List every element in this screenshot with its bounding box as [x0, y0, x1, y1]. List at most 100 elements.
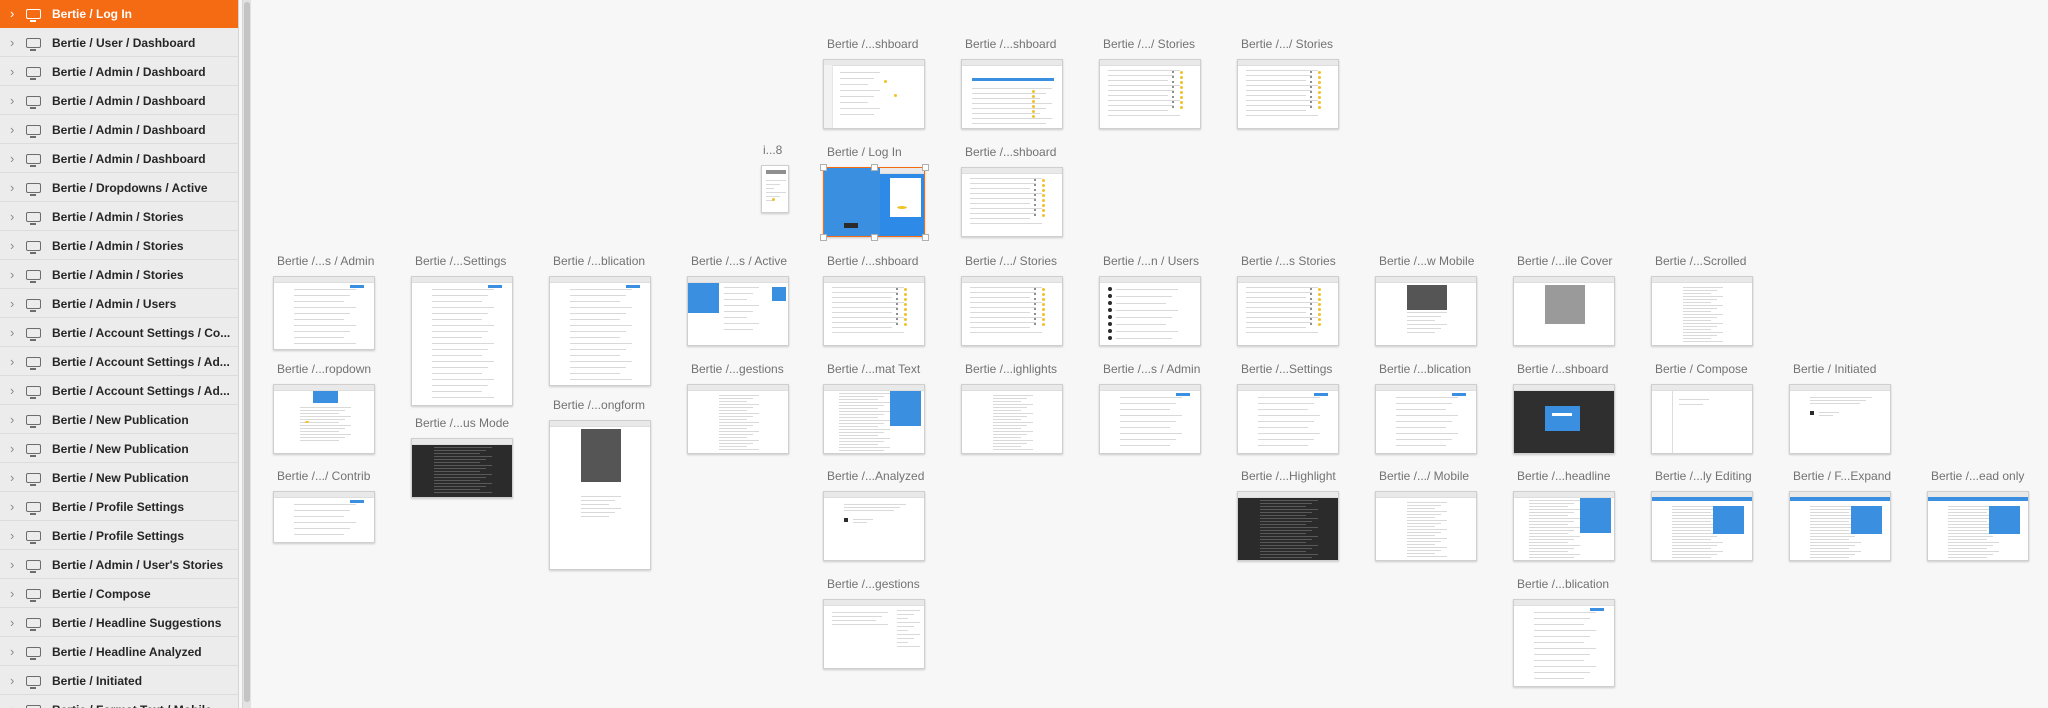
artboard-title[interactable]: Bertie /...gestions: [827, 577, 920, 591]
artboard[interactable]: Bertie /...Settings: [1237, 362, 1339, 454]
artboard[interactable]: Bertie /.../ Mobile: [1375, 469, 1477, 561]
selection-handle[interactable]: [922, 234, 929, 241]
artboard-title[interactable]: Bertie /.../ Stories: [965, 254, 1057, 268]
chevron-right-icon[interactable]: ›: [10, 268, 20, 281]
artboard[interactable]: Bertie /...blication: [1513, 577, 1615, 687]
chevron-right-icon[interactable]: ›: [10, 210, 20, 223]
artboard-title[interactable]: Bertie /...shboard: [827, 254, 918, 268]
artboard-title[interactable]: Bertie /...w Mobile: [1379, 254, 1474, 268]
artboard-title[interactable]: Bertie /.../ Stories: [1103, 37, 1195, 51]
artboard[interactable]: Bertie /.../ Contrib: [273, 469, 375, 543]
artboard[interactable]: Bertie /...ile Cover: [1513, 254, 1615, 346]
chevron-right-icon[interactable]: ›: [10, 152, 20, 165]
chevron-right-icon[interactable]: ›: [10, 529, 20, 542]
artboard[interactable]: Bertie /...us Mode: [411, 416, 513, 498]
artboard-title[interactable]: Bertie /...blication: [553, 254, 645, 268]
artboard-title[interactable]: Bertie /...us Mode: [415, 416, 509, 430]
artboard[interactable]: Bertie /...mat Text: [823, 362, 925, 454]
layer-row[interactable]: › Bertie / Format Text / Mobile: [0, 696, 238, 708]
artboard[interactable]: Bertie /...Scrolled: [1651, 254, 1753, 346]
chevron-right-icon[interactable]: ›: [10, 703, 20, 708]
chevron-right-icon[interactable]: ›: [10, 326, 20, 339]
layer-row[interactable]: › Bertie / Account Settings / Ad...: [0, 377, 238, 405]
layer-row[interactable]: › Bertie / Log In: [0, 0, 238, 28]
chevron-right-icon[interactable]: ›: [10, 384, 20, 397]
chevron-right-icon[interactable]: ›: [10, 616, 20, 629]
artboard-title[interactable]: Bertie /...s / Admin: [277, 254, 374, 268]
chevron-right-icon[interactable]: ›: [10, 587, 20, 600]
artboard[interactable]: Bertie /...s Stories: [1237, 254, 1339, 346]
artboard[interactable]: Bertie /...blication: [1375, 362, 1477, 454]
artboard[interactable]: Bertie /...ropdown: [273, 362, 375, 454]
artboard[interactable]: Bertie /...gestions: [687, 362, 789, 454]
sidebar-scrollbar-thumb[interactable]: [244, 2, 250, 702]
layer-row[interactable]: › Bertie / Admin / User's Stories: [0, 551, 238, 579]
chevron-right-icon[interactable]: ›: [10, 645, 20, 658]
chevron-right-icon[interactable]: ›: [10, 674, 20, 687]
artboard[interactable]: Bertie /...ead only: [1927, 469, 2029, 561]
artboard[interactable]: Bertie /...shboard: [823, 254, 925, 346]
artboard-title[interactable]: Bertie /...ly Editing: [1655, 469, 1752, 483]
chevron-right-icon[interactable]: ›: [10, 442, 20, 455]
artboard-title[interactable]: Bertie /...s Stories: [1241, 254, 1336, 268]
artboard[interactable]: Bertie / F...Expand: [1789, 469, 1891, 561]
chevron-right-icon[interactable]: ›: [10, 65, 20, 78]
artboard[interactable]: Bertie /.../ Stories: [1099, 37, 1201, 129]
artboard[interactable]: Bertie / Initiated: [1789, 362, 1891, 454]
artboard-title[interactable]: Bertie /...headline: [1517, 469, 1610, 483]
layer-row[interactable]: › Bertie / Headline Analyzed: [0, 638, 238, 666]
layer-row[interactable]: › Bertie / Admin / Stories: [0, 203, 238, 231]
artboard[interactable]: Bertie /...Analyzed: [823, 469, 925, 561]
artboard[interactable]: Bertie /...shboard: [961, 145, 1063, 237]
artboard-title[interactable]: Bertie /...n / Users: [1103, 254, 1199, 268]
artboard[interactable]: Bertie /...shboard: [823, 37, 925, 129]
artboard-title[interactable]: Bertie /...shboard: [965, 145, 1056, 159]
chevron-right-icon[interactable]: ›: [10, 94, 20, 107]
artboard-title[interactable]: Bertie /...Scrolled: [1655, 254, 1746, 268]
artboard-title[interactable]: Bertie /...shboard: [827, 37, 918, 51]
artboard[interactable]: Bertie /...Settings: [411, 254, 513, 406]
layer-row[interactable]: › Bertie / User / Dashboard: [0, 29, 238, 57]
selection-handle[interactable]: [871, 164, 878, 171]
artboard-canvas[interactable]: Bertie /...shboard Bertie /...shboard Bert…: [251, 0, 2048, 708]
layer-row[interactable]: › Bertie / Account Settings / Co...: [0, 319, 238, 347]
artboard-title[interactable]: Bertie / F...Expand: [1793, 469, 1891, 483]
layer-row[interactable]: › Bertie / Admin / Dashboard: [0, 145, 238, 173]
layer-row[interactable]: › Bertie / Admin / Dashboard: [0, 58, 238, 86]
artboard-title[interactable]: Bertie / Initiated: [1793, 362, 1876, 376]
artboard[interactable]: Bertie /...gestions: [823, 577, 925, 669]
layer-row[interactable]: › Bertie / Initiated: [0, 667, 238, 695]
artboard[interactable]: Bertie /...s / Active: [687, 254, 789, 346]
chevron-right-icon[interactable]: ›: [10, 36, 20, 49]
artboard-title[interactable]: Bertie / Log In: [827, 145, 902, 159]
chevron-right-icon[interactable]: ›: [10, 123, 20, 136]
artboard-title[interactable]: Bertie /...ongform: [553, 398, 645, 412]
chevron-right-icon[interactable]: ›: [10, 239, 20, 252]
artboard[interactable]: Bertie / Log In: [820, 145, 929, 241]
selection-handle[interactable]: [871, 234, 878, 241]
artboard[interactable]: i...8: [761, 143, 789, 213]
artboard-title[interactable]: Bertie /...ighlights: [965, 362, 1057, 376]
artboard-title[interactable]: Bertie /...ropdown: [277, 362, 371, 376]
artboard-title[interactable]: Bertie /.../ Stories: [1241, 37, 1333, 51]
chevron-right-icon[interactable]: ›: [10, 297, 20, 310]
layer-row[interactable]: › Bertie / Profile Settings: [0, 522, 238, 550]
artboard[interactable]: Bertie /...Highlight: [1237, 469, 1339, 561]
artboard[interactable]: Bertie /.../ Stories: [961, 254, 1063, 346]
artboard-title[interactable]: Bertie /...ile Cover: [1517, 254, 1612, 268]
chevron-right-icon[interactable]: ›: [10, 7, 20, 20]
layer-row[interactable]: › Bertie / New Publication: [0, 464, 238, 492]
artboard[interactable]: Bertie /...shboard: [961, 37, 1063, 129]
layer-row[interactable]: › Bertie / Dropdowns / Active: [0, 174, 238, 202]
artboard[interactable]: Bertie /...w Mobile: [1375, 254, 1477, 346]
layer-row[interactable]: › Bertie / Compose: [0, 580, 238, 608]
sidebar-scrollbar[interactable]: [242, 0, 251, 708]
artboard[interactable]: Bertie /.../ Stories: [1237, 37, 1339, 129]
chevron-right-icon[interactable]: ›: [10, 181, 20, 194]
artboard-title[interactable]: Bertie /...s / Admin: [1103, 362, 1200, 376]
artboard[interactable]: Bertie /...headline: [1513, 469, 1615, 561]
layer-row[interactable]: › Bertie / Admin / Users: [0, 290, 238, 318]
selection-handle[interactable]: [820, 164, 827, 171]
selection-handle[interactable]: [820, 234, 827, 241]
artboard-title[interactable]: Bertie /...ead only: [1931, 469, 2024, 483]
